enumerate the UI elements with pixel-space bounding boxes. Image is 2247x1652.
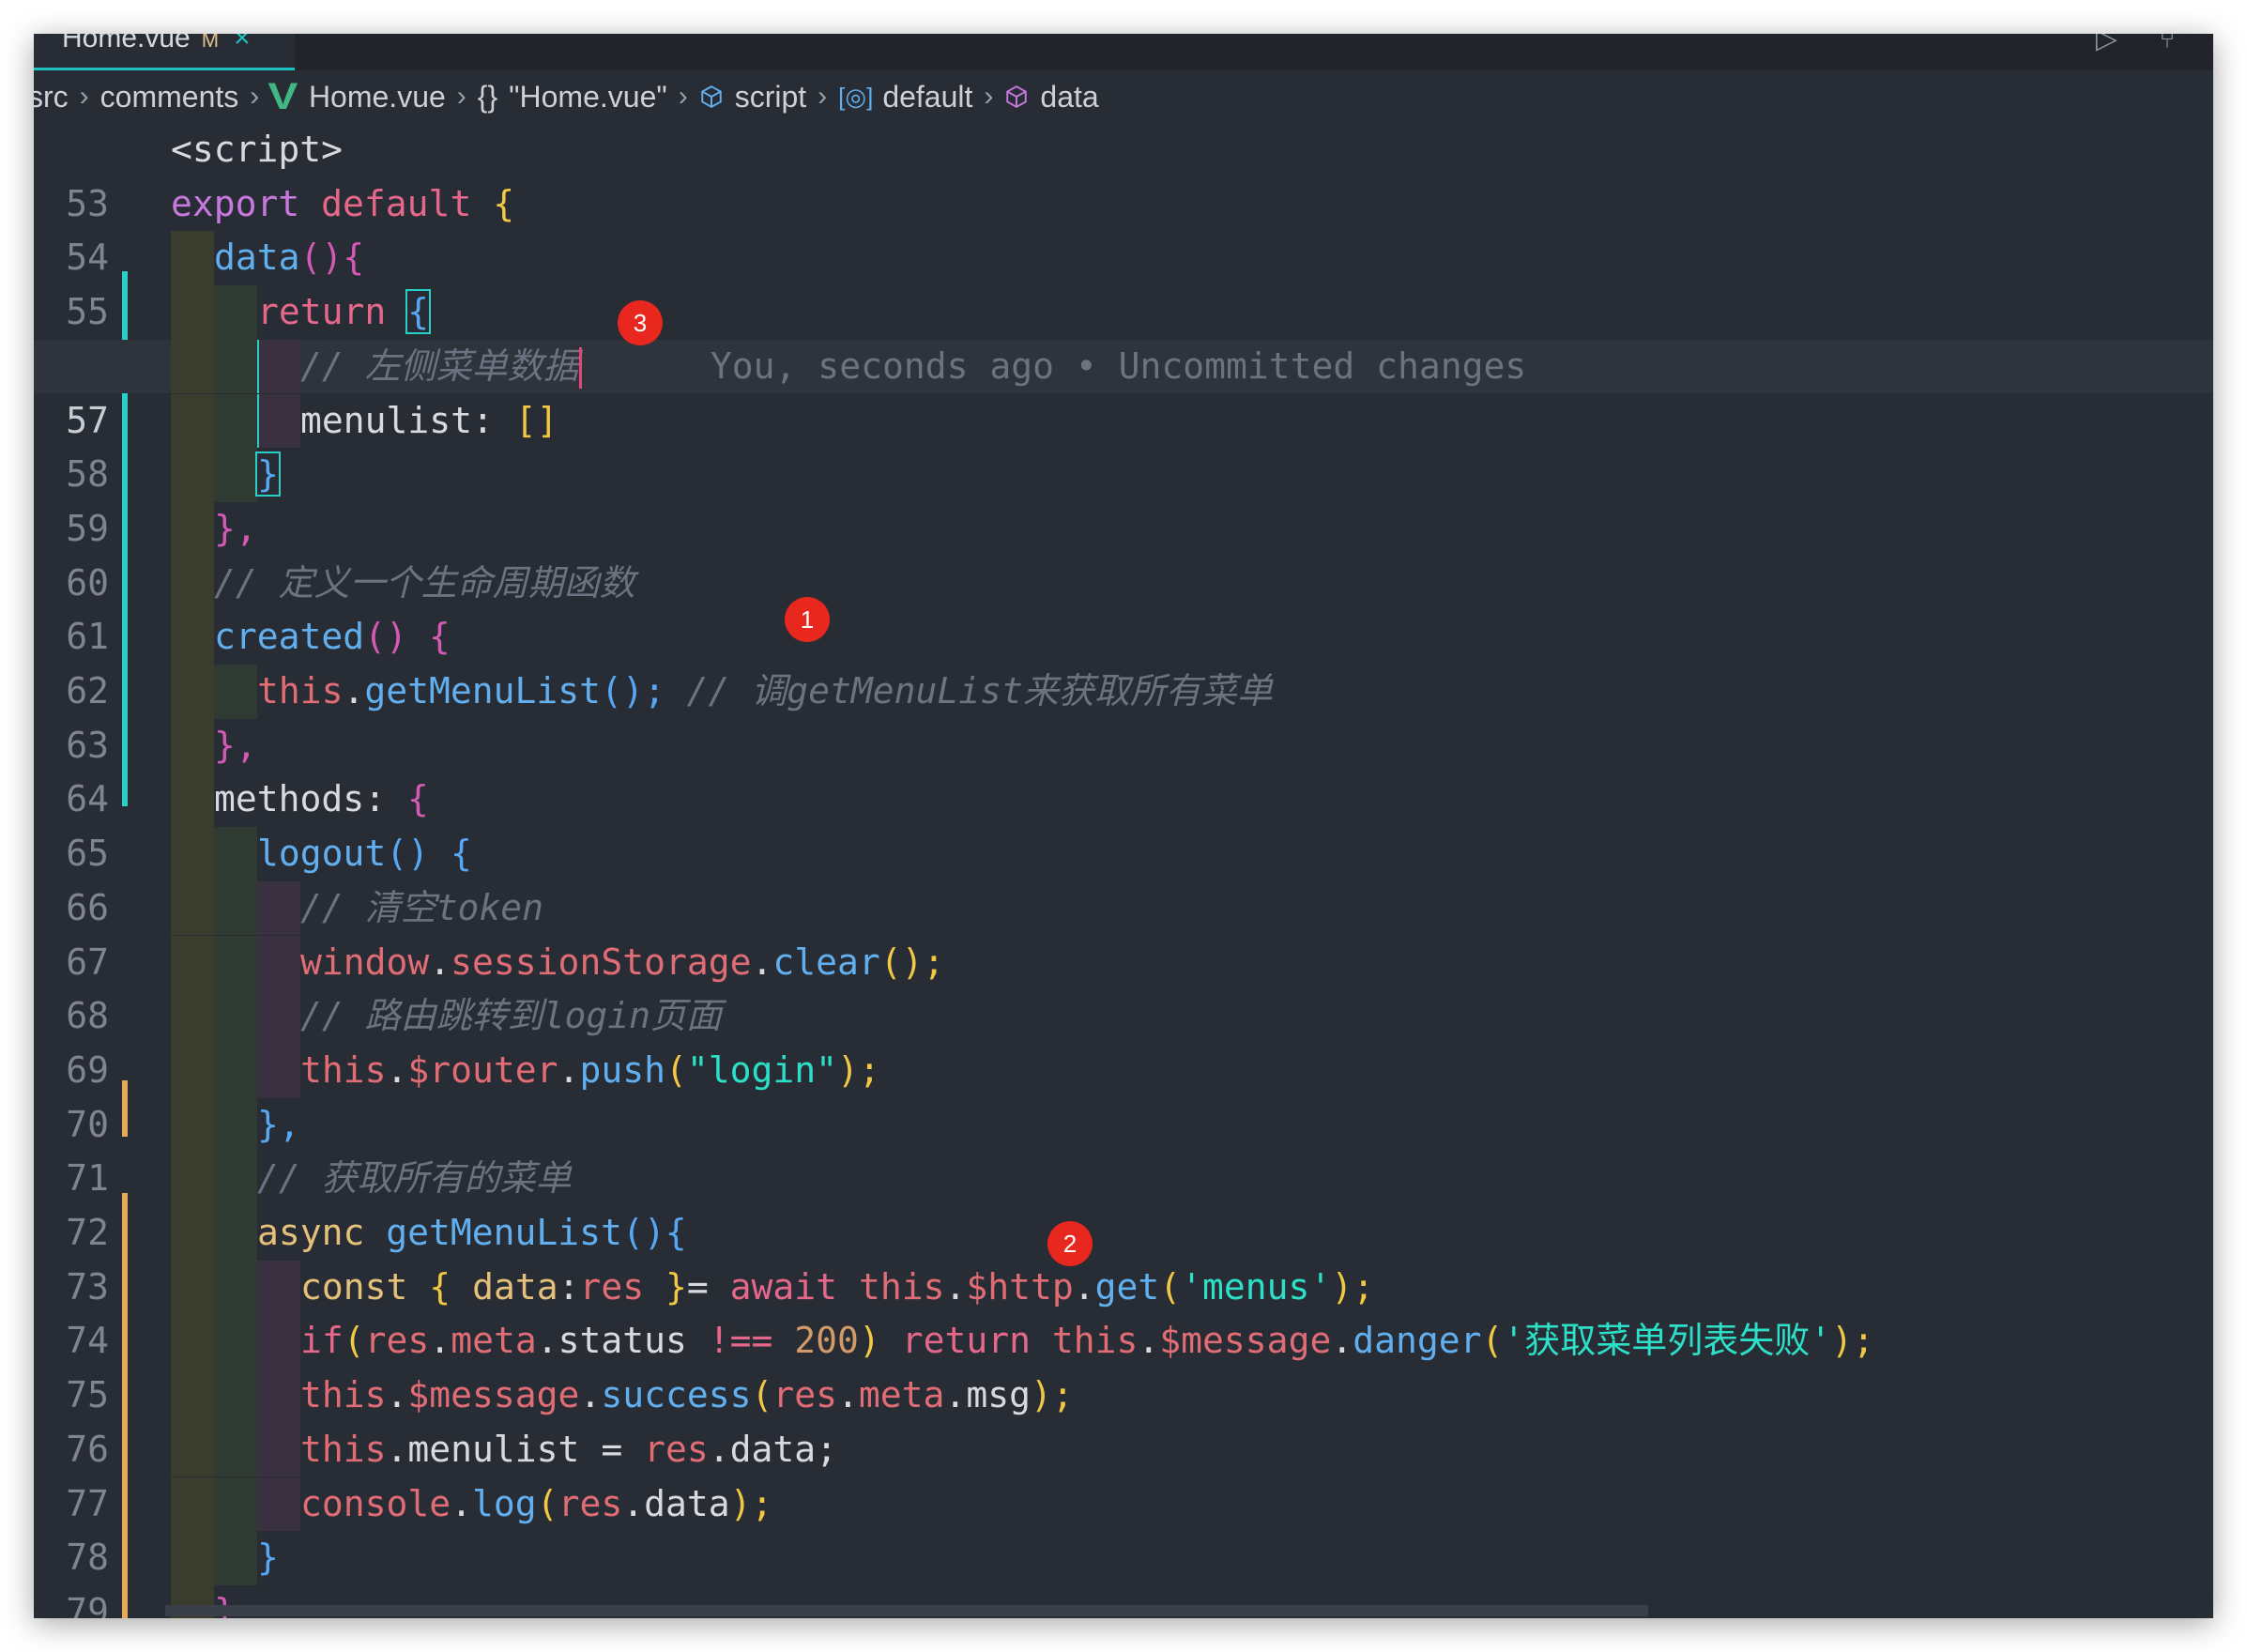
namespace-icon: [◎] [838,82,874,111]
code-line[interactable]: 79 } [34,1531,2213,1618]
horizontal-scrollbar[interactable] [165,1605,1648,1616]
tab-bar: Home.vue M × ▷ ⑂ [34,34,2213,70]
code-line[interactable]: 76 this.$message.success(res.meta.msg); [34,1369,2213,1470]
breadcrumb-comments[interactable]: comments [100,80,239,115]
breadcrumb-data[interactable]: data [1004,80,1099,115]
run-icon[interactable]: ▷ [2096,34,2117,55]
code-line[interactable]: 69 // 路由跳转到login页面 [34,989,2213,1091]
editor-window: Home.vue M × ▷ ⑂ src › comments › V Home.vue… [34,34,2213,1618]
matching-bracket: { [405,289,432,335]
braces-icon: {} [477,79,498,114]
chevron-right-icon: › [250,81,260,112]
chevron-right-icon: › [984,81,994,112]
chevron-right-icon: › [818,81,828,112]
code-line[interactable]: 54 export default { [34,177,2213,279]
close-icon[interactable]: × [234,34,251,54]
code-line[interactable]: 74 const { data:res }= await this.$http.… [34,1260,2213,1361]
annotation-badge-2: 2 [1047,1221,1093,1266]
code-line[interactable]: 56 return { [34,285,2213,387]
code-line[interactable]: 67 // 清空token [34,880,2213,983]
code-line[interactable]: 65 methods: { [34,772,2213,874]
annotation-badge-3: 3 [618,300,663,345]
code-line[interactable]: 62 created() { [34,610,2213,711]
code-line[interactable]: 73 async getMenuList(){ [34,1206,2213,1308]
code-line[interactable]: 55 data(){ [34,231,2213,332]
code-line[interactable]: 72 // 获取所有的菜单 [34,1152,2213,1253]
code-line[interactable]: 71 }, [34,1097,2213,1199]
modified-indicator: M [201,34,220,52]
code-line[interactable]: 61 // 定义一个生命周期函数 [34,556,2213,657]
code-line[interactable]: 59 } [34,448,2213,549]
chevron-right-icon: › [678,81,688,112]
tab-filename: Home.vue [62,34,191,54]
code-line[interactable]: 66 logout() { [34,827,2213,928]
vue-icon: V [268,75,298,117]
git-blame-annotation: You, seconds ago • Uncommitted changes [710,344,1527,387]
text-cursor [578,347,582,390]
code-line[interactable]: 70 this.$router.push("login"); [34,1043,2213,1145]
cube-icon [700,85,722,108]
breadcrumb-default[interactable]: [◎] default [838,80,972,115]
source-control-icon[interactable]: ⑂ [2159,34,2176,55]
code-line[interactable]: 75 if(res.meta.status !== 200) return th… [34,1314,2213,1415]
chevron-right-icon: › [79,81,89,112]
breadcrumb: src › comments › V Home.vue › {} "Home.vue… [34,70,2213,123]
breadcrumb-file[interactable]: V Home.vue [268,75,446,118]
code-line[interactable]: 53 <script> [34,123,2213,224]
editor-actions: ▷ ⑂ [2055,34,2176,70]
code-line[interactable]: 58 menulist: [] [34,393,2213,495]
code-line-current[interactable]: 57 // 左侧菜单数据 You, seconds ago • Uncommit… [34,339,2213,441]
code-line[interactable]: 63 this.getMenuList(); // 调getMenuList来获… [34,665,2213,766]
cube-icon [1006,85,1028,108]
code-line[interactable]: 78 console.log(res.data); [34,1476,2213,1578]
code-editor[interactable]: 53 <script> 54 export default { 55 data(… [34,123,2213,1618]
annotation-badge-1: 1 [785,597,830,642]
chevron-right-icon: › [456,81,466,112]
breadcrumb-src[interactable]: src [34,80,69,115]
code-line[interactable]: 60 }, [34,501,2213,604]
code-line[interactable]: 68 window.sessionStorage.clear(); [34,935,2213,1036]
code-line[interactable]: 64 }, [34,718,2213,819]
breadcrumb-module[interactable]: {} "Home.vue" [478,80,667,115]
matching-bracket: } [255,451,281,497]
code-line[interactable]: 77 this.menulist = res.data; [34,1422,2213,1524]
breadcrumb-script[interactable]: script [699,80,806,115]
tab-home-vue[interactable]: Home.vue M × [34,34,295,70]
